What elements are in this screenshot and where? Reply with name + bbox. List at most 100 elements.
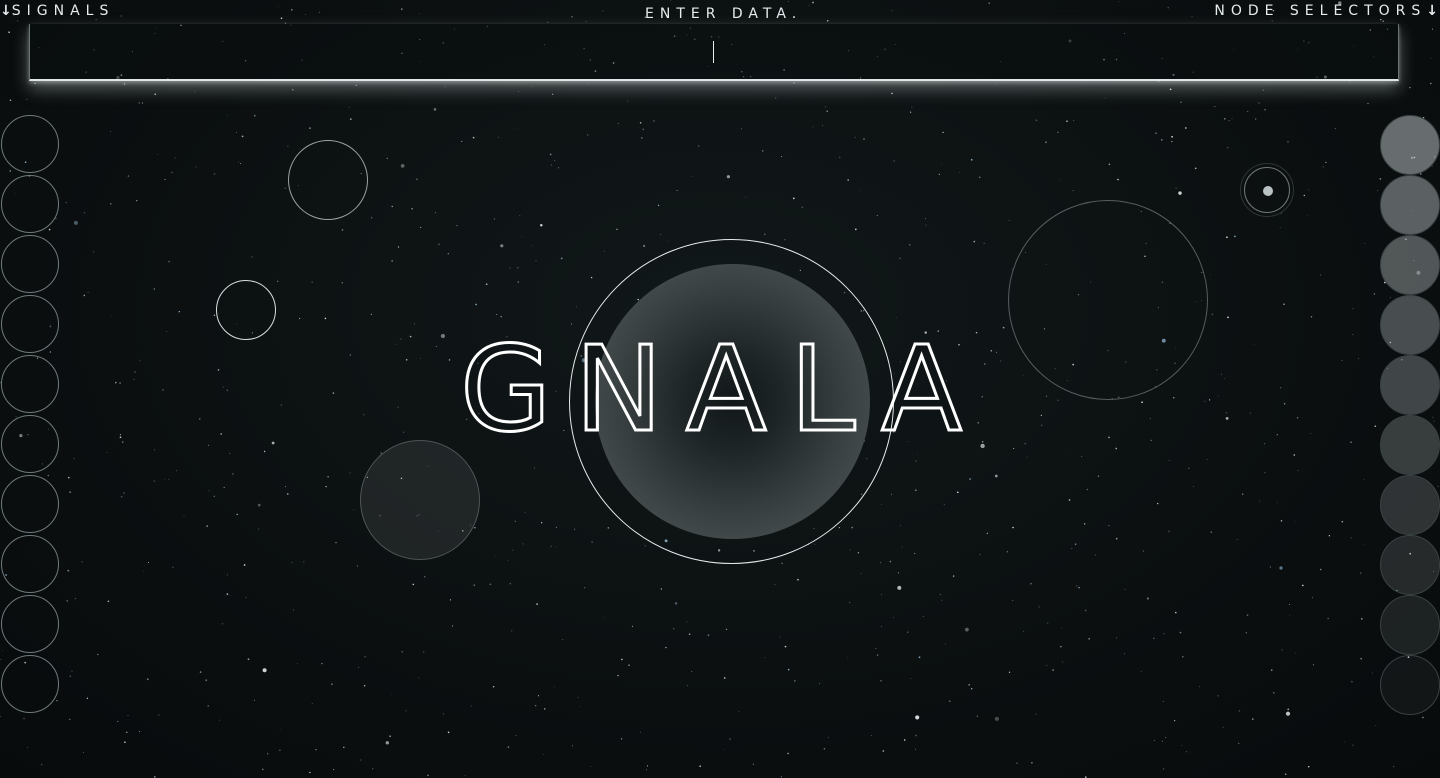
star xyxy=(901,546,903,548)
star xyxy=(1225,416,1229,420)
star xyxy=(639,122,642,124)
signal-node-6[interactable] xyxy=(1,415,59,473)
signal-node-9[interactable] xyxy=(1,595,59,653)
star xyxy=(1270,669,1273,671)
star xyxy=(914,552,916,555)
signal-node-5[interactable] xyxy=(1,355,59,413)
signal-node-3[interactable] xyxy=(1,235,59,293)
floating-node-circle[interactable] xyxy=(360,440,480,560)
star xyxy=(311,703,313,705)
node-selector-7[interactable] xyxy=(1380,475,1440,535)
star xyxy=(925,218,926,219)
node-selectors-toggle[interactable]: NODE SELECTORS↓ xyxy=(1214,3,1438,19)
star xyxy=(1035,119,1038,122)
star xyxy=(1283,403,1286,405)
signals-label-text: SIGNALS xyxy=(11,3,115,19)
star xyxy=(854,136,856,138)
star xyxy=(870,735,872,737)
signal-node-4[interactable] xyxy=(1,295,59,353)
data-input-field[interactable] xyxy=(29,24,1399,81)
star xyxy=(1153,637,1155,639)
node-selector-9[interactable] xyxy=(1380,595,1440,655)
star xyxy=(631,625,634,627)
star xyxy=(787,668,790,671)
star xyxy=(500,316,502,318)
star xyxy=(309,771,311,774)
star xyxy=(405,358,408,361)
star xyxy=(1150,439,1152,442)
star xyxy=(226,114,228,116)
star xyxy=(93,251,95,253)
node-selector-5[interactable] xyxy=(1380,355,1440,415)
signal-node-1[interactable] xyxy=(1,115,59,173)
star xyxy=(1086,488,1089,491)
star xyxy=(976,715,979,717)
star xyxy=(8,31,10,34)
node-selector-10[interactable] xyxy=(1380,655,1440,715)
star xyxy=(1153,740,1155,741)
star xyxy=(332,392,335,394)
star xyxy=(603,250,605,252)
star xyxy=(1409,86,1411,89)
star xyxy=(220,433,223,435)
target-icon[interactable] xyxy=(1240,163,1294,217)
star xyxy=(988,2,990,4)
signals-toggle[interactable]: ↓SIGNALS xyxy=(0,3,114,19)
star xyxy=(485,283,488,286)
star xyxy=(370,313,373,315)
star xyxy=(442,713,445,715)
star xyxy=(1030,582,1032,585)
star xyxy=(575,306,577,308)
signal-node-7[interactable] xyxy=(1,475,59,533)
star xyxy=(470,705,472,707)
star xyxy=(221,623,224,625)
star xyxy=(133,378,135,380)
signal-node-10[interactable] xyxy=(1,655,59,713)
star xyxy=(891,493,892,495)
star xyxy=(1393,766,1395,768)
signal-node-2[interactable] xyxy=(1,175,59,233)
star xyxy=(434,212,436,214)
node-selector-3[interactable] xyxy=(1380,235,1440,295)
star xyxy=(547,21,549,23)
star xyxy=(945,643,947,645)
node-selector-2[interactable] xyxy=(1380,175,1440,235)
star xyxy=(1211,313,1214,316)
star xyxy=(238,161,239,163)
star xyxy=(646,769,648,771)
star xyxy=(56,700,58,702)
floating-node-circle[interactable] xyxy=(1008,200,1208,400)
star xyxy=(146,678,149,681)
star xyxy=(621,658,623,661)
star xyxy=(1382,20,1384,22)
node-selector-4[interactable] xyxy=(1380,295,1440,355)
star xyxy=(1389,297,1391,298)
star xyxy=(891,10,893,12)
star xyxy=(644,545,646,547)
star xyxy=(511,630,513,632)
signal-node-8[interactable] xyxy=(1,535,59,593)
floating-node-circle[interactable] xyxy=(216,280,276,340)
star xyxy=(1175,187,1177,190)
star xyxy=(164,179,166,180)
star xyxy=(860,190,862,192)
star xyxy=(309,127,311,129)
star xyxy=(1328,535,1331,537)
star xyxy=(676,189,678,192)
star xyxy=(418,677,420,679)
star xyxy=(549,153,552,156)
node-selector-8[interactable] xyxy=(1380,535,1440,595)
star xyxy=(509,582,512,585)
star xyxy=(119,382,121,384)
star xyxy=(157,154,159,155)
star xyxy=(602,10,604,12)
star xyxy=(400,338,402,340)
star xyxy=(427,774,429,776)
star xyxy=(535,260,537,262)
star xyxy=(1173,719,1176,722)
star xyxy=(1,649,3,651)
node-selector-6[interactable] xyxy=(1380,415,1440,475)
star xyxy=(880,680,882,682)
node-selector-1[interactable] xyxy=(1380,115,1440,175)
floating-node-circle[interactable] xyxy=(288,140,368,220)
